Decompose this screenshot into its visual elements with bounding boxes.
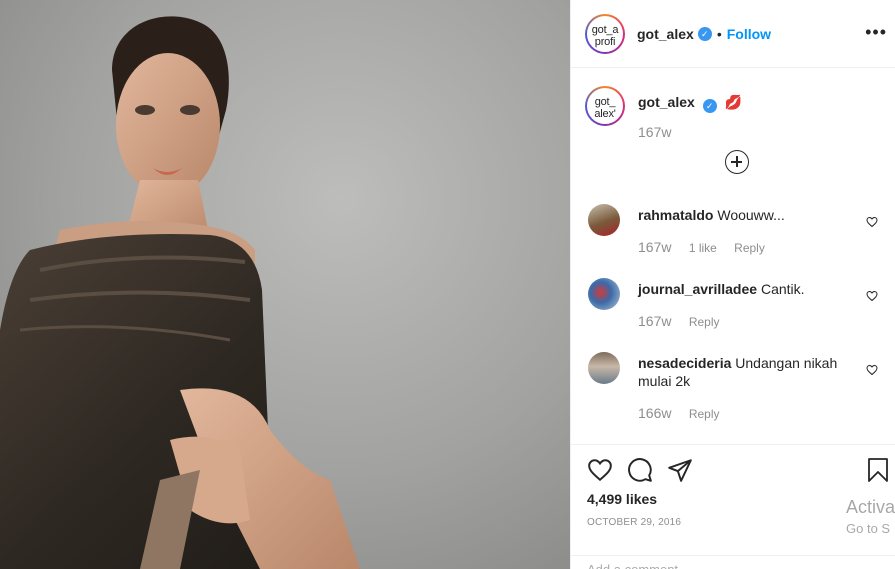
share-icon[interactable] (667, 457, 693, 483)
avatar-placeholder-text: got_ alex' (587, 88, 623, 124)
comments-section[interactable]: got_ alex' got_alex ✓ 💋 167w rahmataldo … (571, 68, 895, 444)
avatar-placeholder-text: got_a profi (587, 15, 623, 52)
comment-text: Cantik. (760, 281, 805, 297)
commenter-username[interactable]: nesadecideria (638, 355, 731, 371)
portrait-image (0, 0, 570, 569)
comment-timestamp[interactable]: 167w (638, 239, 671, 255)
likes-count[interactable]: 4,499 likes (587, 491, 657, 507)
verified-icon: ✓ (702, 99, 717, 113)
commenter-avatar[interactable] (588, 204, 620, 236)
commenter-username[interactable]: rahmataldo (638, 207, 713, 223)
author-avatar[interactable]: got_a profi (585, 13, 625, 54)
post-header: got_a profi got_alex ✓ • Follow ••• (571, 0, 895, 68)
reply-button[interactable]: Reply (689, 407, 720, 421)
add-comment-input[interactable]: Add a comment... (571, 555, 895, 569)
caption-avatar[interactable]: got_ alex' (585, 86, 625, 126)
save-icon[interactable] (867, 457, 889, 483)
comment-timestamp[interactable]: 167w (638, 313, 671, 329)
comment-timestamp[interactable]: 166w (638, 405, 671, 421)
post-date[interactable]: OCTOBER 29, 2016 (587, 517, 681, 528)
caption-timestamp[interactable]: 167w (638, 124, 671, 140)
windows-activation-watermark: Activa Go to S (846, 497, 895, 536)
more-options-icon[interactable]: ••• (865, 22, 887, 43)
caption-username[interactable]: got_alex (638, 94, 695, 110)
like-icon[interactable] (587, 457, 613, 483)
post-photo[interactable] (0, 0, 570, 569)
commenter-avatar[interactable] (588, 278, 620, 310)
reply-button[interactable]: Reply (689, 315, 720, 329)
heart-icon[interactable] (866, 216, 878, 228)
author-username[interactable]: got_alex (637, 26, 694, 42)
commenter-username[interactable]: journal_avrilladee (638, 281, 757, 297)
separator-dot: • (716, 25, 722, 42)
commenter-avatar[interactable] (588, 352, 620, 384)
verified-icon: ✓ (697, 26, 712, 41)
comment-icon[interactable] (627, 457, 653, 483)
heart-icon[interactable] (866, 290, 878, 302)
load-more-icon[interactable] (725, 150, 749, 174)
activation-subtitle: Go to S (846, 521, 891, 536)
lips-emoji: 💋 (724, 94, 743, 110)
comment-likes[interactable]: 1 like (689, 241, 717, 255)
activation-title: Activa (846, 497, 895, 517)
heart-icon[interactable] (866, 364, 878, 376)
post-sidebar: got_a profi got_alex ✓ • Follow ••• got_… (570, 0, 895, 569)
comment-text: Woouww... (717, 207, 785, 223)
reply-button[interactable]: Reply (734, 241, 765, 255)
post-caption: got_ alex' got_alex ✓ 💋 167w (585, 86, 742, 140)
follow-button[interactable]: Follow (727, 26, 771, 42)
